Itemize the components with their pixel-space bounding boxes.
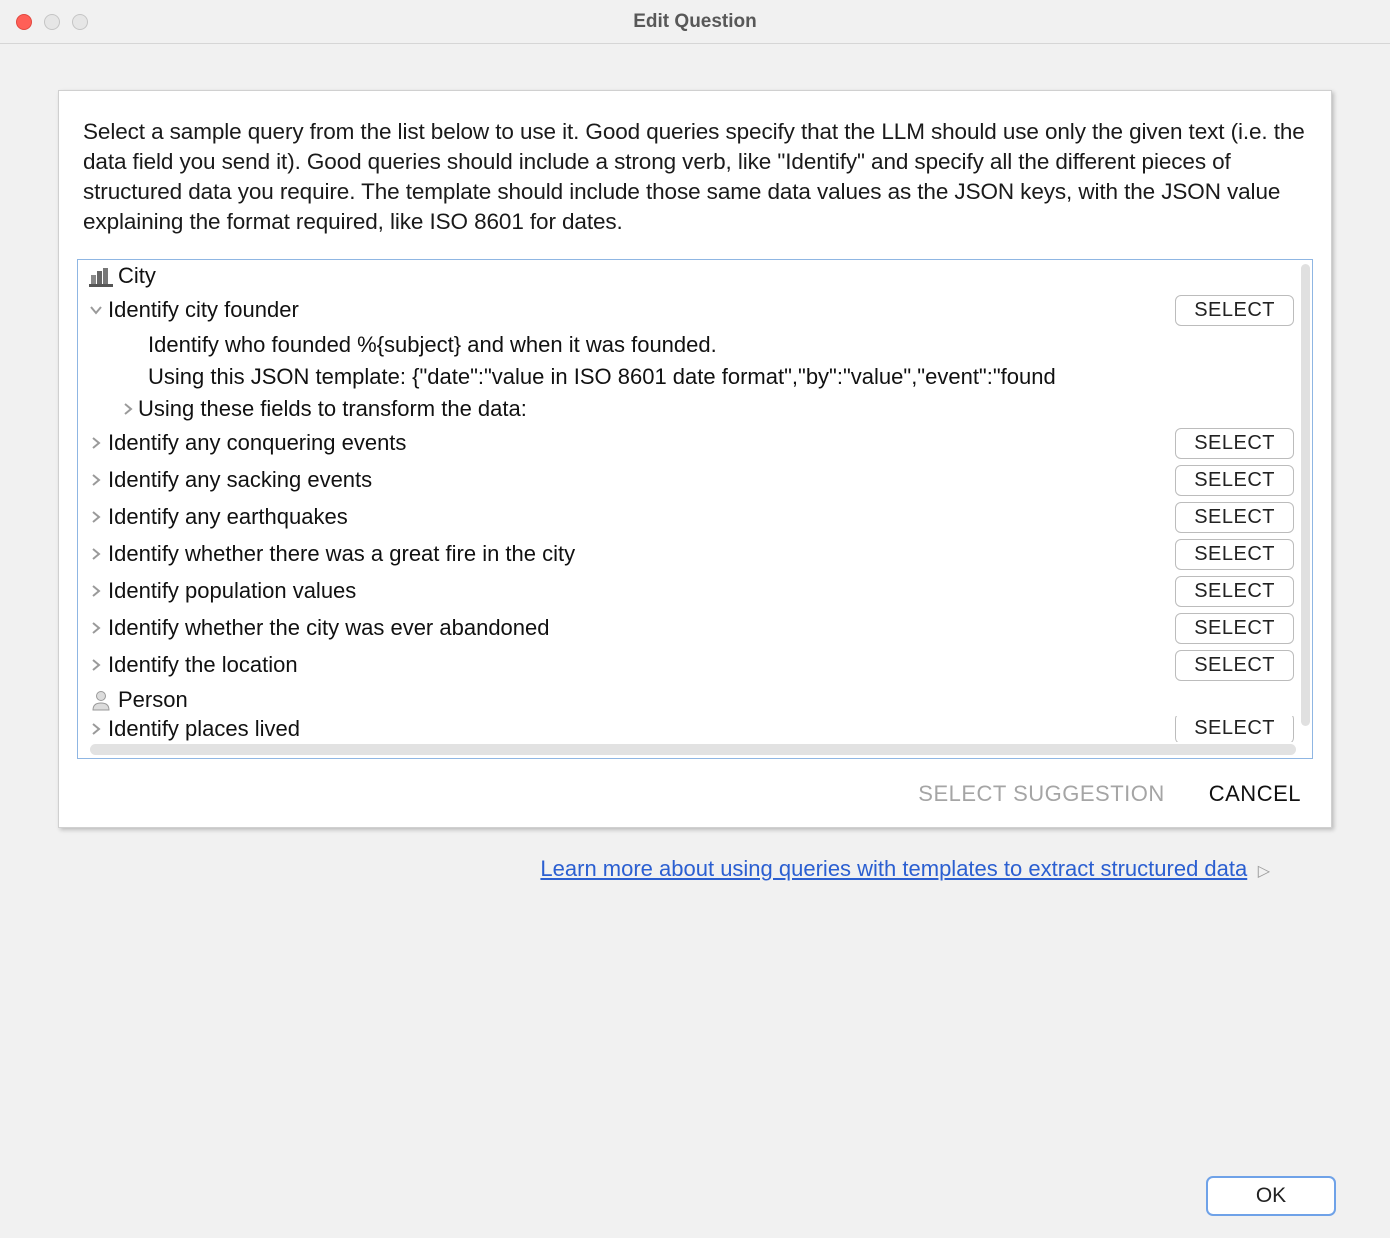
city-icon xyxy=(88,263,114,289)
chevron-right-icon[interactable] xyxy=(86,436,106,450)
group-label: City xyxy=(118,263,156,289)
chevron-right-icon[interactable] xyxy=(86,621,106,635)
query-row[interactable]: Identify whether there was a great fire … xyxy=(78,536,1312,573)
select-button[interactable]: SELECT xyxy=(1175,295,1294,326)
sub-label: Using these fields to transform the data… xyxy=(138,396,527,422)
group-row-city: City xyxy=(78,260,1312,292)
query-label: Identify whether the city was ever aband… xyxy=(106,615,550,641)
query-label: Identify any earthquakes xyxy=(106,504,348,530)
learn-more-row: Learn more about using queries with temp… xyxy=(58,828,1332,882)
detail-text: Identify who founded %{subject} and when… xyxy=(148,332,717,358)
scrollbar-vertical[interactable] xyxy=(1301,264,1310,726)
query-label: Identify any sacking events xyxy=(106,467,372,493)
cancel-button[interactable]: CANCEL xyxy=(1209,781,1301,807)
chevron-right-icon[interactable] xyxy=(86,510,106,524)
query-row[interactable]: Identify population values SELECT xyxy=(78,573,1312,610)
query-row[interactable]: Identify the location SELECT xyxy=(78,647,1312,684)
window-title: Edit Question xyxy=(0,11,1390,33)
footer-row: OK xyxy=(1206,1176,1336,1216)
query-row[interactable]: Identify any earthquakes SELECT xyxy=(78,499,1312,536)
external-link-icon: ▷ xyxy=(1258,863,1270,880)
chevron-right-icon[interactable] xyxy=(86,473,106,487)
query-row[interactable]: Identify any sacking events SELECT xyxy=(78,462,1312,499)
instructions-text: Select a sample query from the list belo… xyxy=(77,117,1313,259)
select-button[interactable]: SELECT xyxy=(1175,502,1294,533)
group-label: Person xyxy=(118,687,188,713)
query-listbox[interactable]: City Identify city founder SELECT Identi… xyxy=(77,259,1313,759)
query-row[interactable]: Identify whether the city was ever aband… xyxy=(78,610,1312,647)
query-sub-row[interactable]: Using these fields to transform the data… xyxy=(78,393,1312,425)
query-label: Identify the location xyxy=(106,652,298,678)
query-label: Identify whether there was a great fire … xyxy=(106,541,575,567)
chevron-right-icon[interactable] xyxy=(86,722,106,736)
query-detail-line: Using this JSON template: {"date":"value… xyxy=(78,361,1312,393)
query-list-inner: City Identify city founder SELECT Identi… xyxy=(78,260,1312,742)
content-area: Select a sample query from the list belo… xyxy=(0,44,1390,902)
detail-text: Using this JSON template: {"date":"value… xyxy=(148,364,1056,390)
select-button[interactable]: SELECT xyxy=(1175,428,1294,459)
learn-more-link[interactable]: Learn more about using queries with temp… xyxy=(540,856,1247,881)
query-row[interactable]: Identify places lived SELECT xyxy=(78,716,1312,742)
query-label: Identify population values xyxy=(106,578,356,604)
select-button[interactable]: SELECT xyxy=(1175,465,1294,496)
chevron-down-icon[interactable] xyxy=(86,303,106,317)
select-suggestion-button: SELECT SUGGESTION xyxy=(918,781,1164,807)
chevron-right-icon[interactable] xyxy=(86,584,106,598)
select-button[interactable]: SELECT xyxy=(1175,716,1294,742)
select-button[interactable]: SELECT xyxy=(1175,539,1294,570)
titlebar: Edit Question xyxy=(0,0,1390,44)
select-button[interactable]: SELECT xyxy=(1175,650,1294,681)
group-row-person: Person xyxy=(78,684,1312,716)
select-button[interactable]: SELECT xyxy=(1175,576,1294,607)
chevron-right-icon[interactable] xyxy=(86,658,106,672)
person-icon xyxy=(88,687,114,713)
dialog-button-row: SELECT SUGGESTION CANCEL xyxy=(77,759,1313,811)
query-detail-line: Identify who founded %{subject} and when… xyxy=(78,329,1312,361)
query-label: Identify places lived xyxy=(106,716,300,742)
scrollbar-horizontal[interactable] xyxy=(90,744,1296,755)
ok-button[interactable]: OK xyxy=(1206,1176,1336,1216)
select-button[interactable]: SELECT xyxy=(1175,613,1294,644)
query-label: Identify any conquering events xyxy=(106,430,406,456)
main-panel: Select a sample query from the list belo… xyxy=(58,90,1332,828)
query-label: Identify city founder xyxy=(106,297,299,323)
query-row[interactable]: Identify city founder SELECT xyxy=(78,292,1312,329)
query-row[interactable]: Identify any conquering events SELECT xyxy=(78,425,1312,462)
chevron-right-icon[interactable] xyxy=(86,547,106,561)
chevron-right-icon[interactable] xyxy=(118,402,138,416)
